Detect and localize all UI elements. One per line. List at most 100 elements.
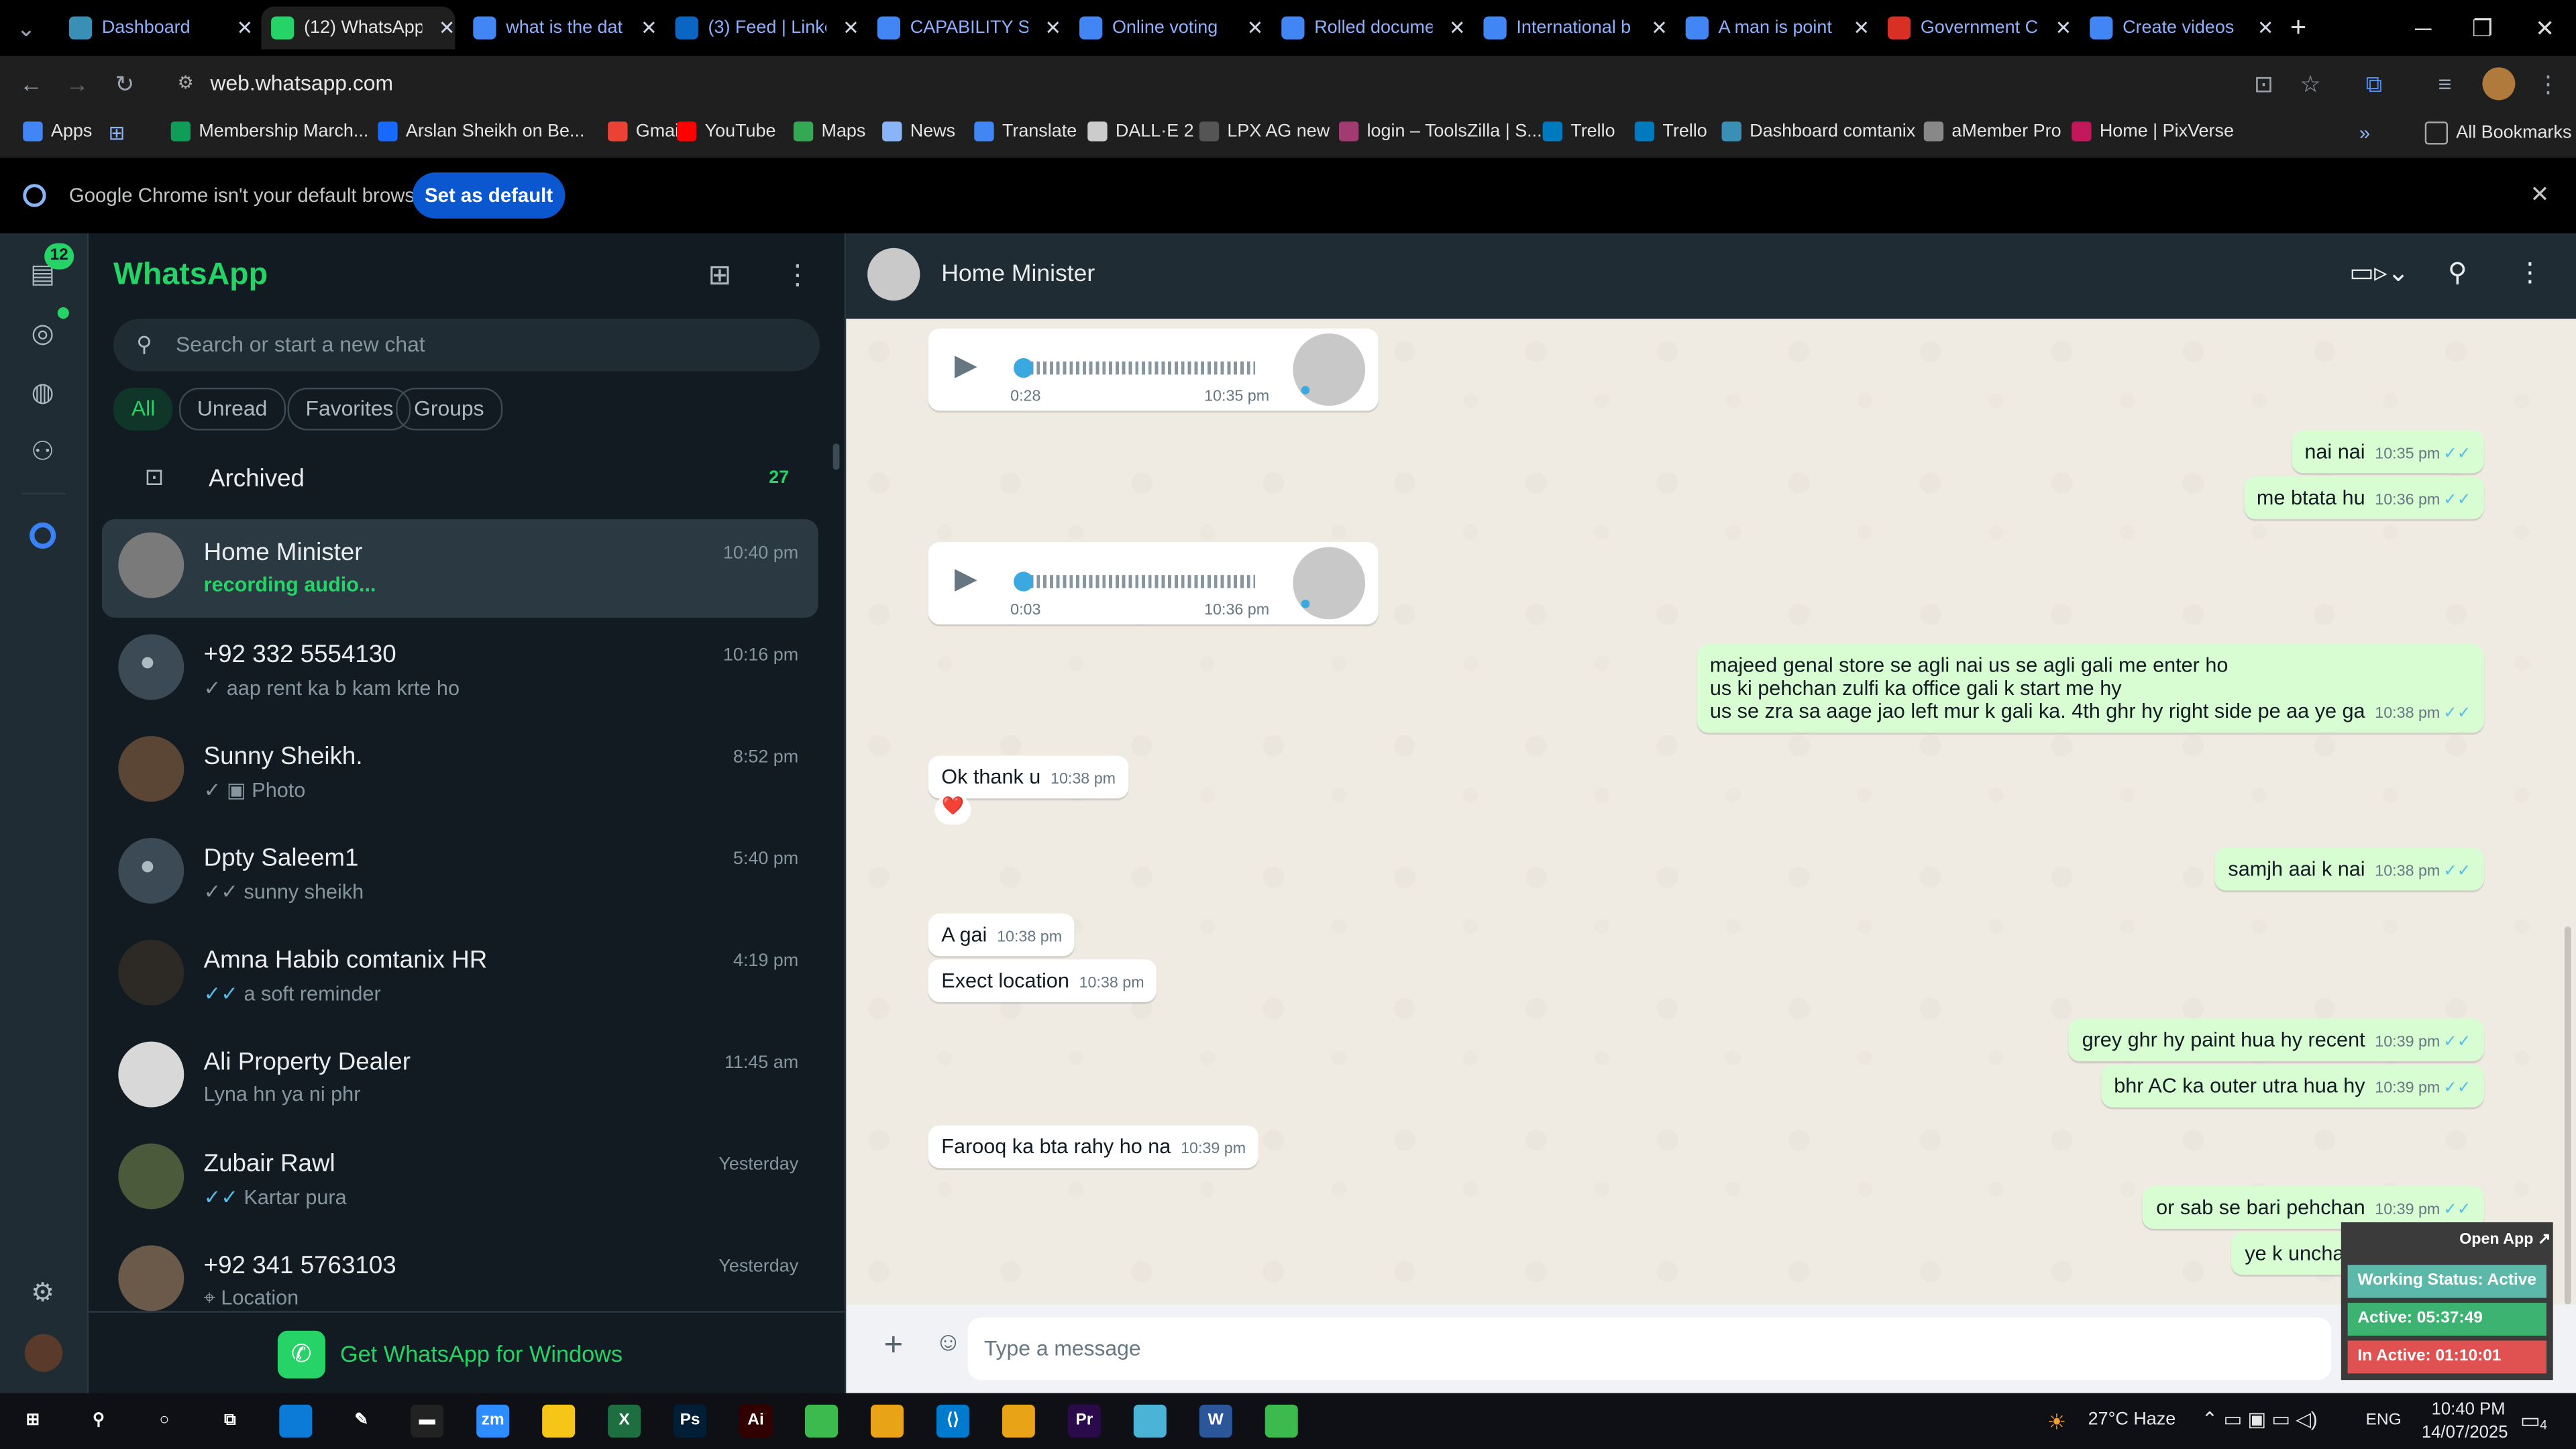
taskbar-illustrator-icon[interactable]: Ai	[739, 1404, 773, 1438]
bookmark-item[interactable]: Arslan Sheikh on Be...	[378, 121, 584, 142]
browser-tab[interactable]: Create videos ✕	[2080, 7, 2273, 50]
minimize-icon[interactable]: ─	[2399, 10, 2448, 46]
bookmark-item[interactable]: YouTube	[676, 121, 776, 142]
conversation-header[interactable]: Home Minister ▭▹⌄ ⚲ ⋮	[846, 233, 2576, 321]
browser-tab[interactable]: CAPABILITY ST ✕	[867, 7, 1061, 50]
tab-close-icon[interactable]: ✕	[439, 16, 455, 39]
weather-text[interactable]: 27°C Haze	[2088, 1409, 2176, 1429]
chat-avatar[interactable]	[118, 1041, 184, 1108]
chat-menu-icon[interactable]: ⋮	[2517, 256, 2543, 289]
new-chat-icon[interactable]: ⊞	[708, 260, 732, 292]
contact-avatar[interactable]	[867, 248, 920, 301]
communities-icon[interactable]: ⚇	[23, 434, 62, 474]
taskbar-pen-icon[interactable]: ✎	[345, 1404, 378, 1438]
chat-avatar[interactable]: ●	[118, 837, 184, 904]
waveform[interactable]	[1016, 575, 1256, 588]
chat-list-item[interactable]: ● Dpty Saleem1 ✓✓ sunny sheikh 5:40 pm	[102, 824, 818, 923]
chrome-menu-icon[interactable]: ⋮	[2536, 70, 2559, 99]
filter-chip-favorites[interactable]: Favorites	[287, 387, 412, 431]
reaction[interactable]: ❤️	[934, 795, 971, 825]
chat-avatar[interactable]	[118, 1245, 184, 1311]
open-app-link[interactable]: Open App ↗	[2459, 1230, 2551, 1248]
chat-list-item[interactable]: Home Minister recording audio... 10:40 pm	[101, 519, 818, 618]
language-indicator[interactable]: ENG	[2366, 1411, 2402, 1430]
chat-list-item[interactable]: Ali Property Dealer Lyna hn ya ni phr 11:4…	[102, 1028, 818, 1127]
browser-tab[interactable]: International b ✕	[1474, 7, 1668, 50]
infobar-close-icon[interactable]: ✕	[2530, 180, 2549, 209]
filter-chip-groups[interactable]: Groups	[396, 387, 502, 431]
browser-tab[interactable]: Online voting ✕	[1069, 7, 1263, 50]
close-window-icon[interactable]: ✕	[2520, 10, 2569, 46]
bookmark-item[interactable]: Trello	[1542, 121, 1615, 142]
extensions-icon[interactable]: ⧉	[2366, 70, 2382, 99]
tray-chevron-icon[interactable]: ⌃ ▭ ▣ ▭ ◁)	[2202, 1408, 2318, 1431]
restore-icon[interactable]: ❐	[2458, 10, 2507, 46]
taskbar-vscode-icon[interactable]: ⟨⟩	[936, 1404, 969, 1438]
channels-icon[interactable]: ◍	[23, 374, 62, 414]
taskbar-app-icon[interactable]	[1133, 1404, 1167, 1438]
taskbar-taskview-icon[interactable]: ⧉	[213, 1404, 247, 1438]
more-bookmarks-icon[interactable]: »	[2359, 121, 2370, 144]
notifications-icon[interactable]: ▭	[2520, 1408, 2540, 1434]
tab-close-icon[interactable]: ✕	[237, 16, 254, 39]
taskbar-premiere-icon[interactable]: Pr	[1067, 1404, 1101, 1438]
tab-close-icon[interactable]: ✕	[2257, 16, 2274, 39]
taskbar-edge-icon[interactable]	[279, 1404, 313, 1438]
tab-close-icon[interactable]: ✕	[1853, 16, 1870, 39]
media-icon[interactable]: ≡	[2438, 70, 2451, 97]
search-input[interactable]: ⚲ Search or start a new chat	[113, 319, 820, 372]
back-icon[interactable]: ←	[19, 70, 42, 97]
bookmark-item[interactable]: Trello	[1634, 121, 1707, 142]
forward-icon[interactable]: →	[66, 70, 89, 97]
chat-list-item[interactable]: Sunny Sheikh. ✓ ▣ Photo 8:52 pm	[102, 723, 818, 822]
url-bar[interactable]: ⚙ web.whatsapp.com	[164, 64, 2314, 104]
bookmark-item[interactable]: Apps ⊞	[23, 121, 125, 145]
attach-icon[interactable]: +	[884, 1328, 904, 1365]
browser-tab[interactable]: Rolled docume ✕	[1272, 7, 1466, 50]
site-info-icon[interactable]: ⚙	[177, 64, 193, 104]
taskbar-green-app-2-icon[interactable]	[1265, 1404, 1298, 1438]
taskbar-terminal-icon[interactable]: ▬	[411, 1404, 444, 1438]
browser-tab[interactable]: A man is point ✕	[1676, 7, 1870, 50]
tab-close-icon[interactable]: ✕	[1044, 16, 1061, 39]
taskbar-excel-icon[interactable]: X	[608, 1404, 641, 1438]
taskbar-chrome-icon[interactable]	[870, 1404, 904, 1438]
apps-grid-icon[interactable]: ⊞	[109, 121, 125, 144]
voice-message[interactable]: ▶ 0:03 10:36 pm ●	[928, 542, 1379, 625]
bookmark-item[interactable]: Home | PixVerse	[2072, 121, 2234, 142]
tab-close-icon[interactable]: ✕	[843, 16, 859, 39]
bookmark-item[interactable]: Gmail	[608, 121, 683, 142]
taskbar-chrome-2-icon[interactable]	[1002, 1404, 1035, 1438]
menu-icon[interactable]: ⋮	[784, 260, 812, 292]
chat-avatar[interactable]: ●	[118, 634, 184, 700]
tab-close-icon[interactable]: ✕	[1449, 16, 1466, 39]
bookmark-item[interactable]: News	[882, 121, 955, 142]
message-scrollbar[interactable]	[2564, 926, 2571, 1305]
chat-avatar[interactable]	[118, 1143, 184, 1210]
browser-tab[interactable]: (3) Feed | Linke ✕	[665, 7, 859, 50]
chat-list-item[interactable]: Zubair Rawl ✓✓ Kartar pura Yesterday	[102, 1130, 818, 1229]
chat-avatar[interactable]	[118, 939, 184, 1006]
all-bookmarks[interactable]: All Bookmarks	[2424, 121, 2571, 145]
set-default-button[interactable]: Set as default	[412, 172, 566, 219]
sticker-icon[interactable]: ☺	[934, 1329, 961, 1358]
video-call-icon[interactable]: ▭▹⌄	[2349, 256, 2410, 289]
chat-avatar[interactable]	[118, 532, 184, 598]
status-icon[interactable]: ◎	[23, 315, 62, 355]
filter-chip-unread[interactable]: Unread	[178, 387, 286, 431]
taskbar-green-app-icon[interactable]	[805, 1404, 838, 1438]
chat-list-item[interactable]: Amna Habib comtanix HR ✓✓ a soft reminder…	[102, 926, 818, 1025]
reload-icon[interactable]: ↻	[115, 70, 134, 99]
tab-close-icon[interactable]: ✕	[1651, 16, 1668, 39]
browser-tab[interactable]: Government C ✕	[1878, 7, 2072, 50]
clock-time[interactable]: 10:40 PM	[2432, 1400, 2506, 1419]
chat-list-item[interactable]: ● +92 332 5554130 ✓ aap rent ka b kam krte…	[102, 621, 818, 720]
bookmark-star-icon[interactable]: ☆	[2300, 70, 2321, 99]
taskbar-zoom-icon[interactable]: zm	[476, 1404, 510, 1438]
bookmark-item[interactable]: Translate	[974, 121, 1077, 142]
bookmark-item[interactable]: Membership March...	[170, 121, 368, 142]
taskbar-photoshop-icon[interactable]: Ps	[674, 1404, 707, 1438]
bookmark-item[interactable]: Dashboard comtanix	[1721, 121, 1915, 142]
taskbar-cortana-icon[interactable]: ○	[148, 1404, 181, 1438]
taskbar-explorer-icon[interactable]	[542, 1404, 576, 1438]
